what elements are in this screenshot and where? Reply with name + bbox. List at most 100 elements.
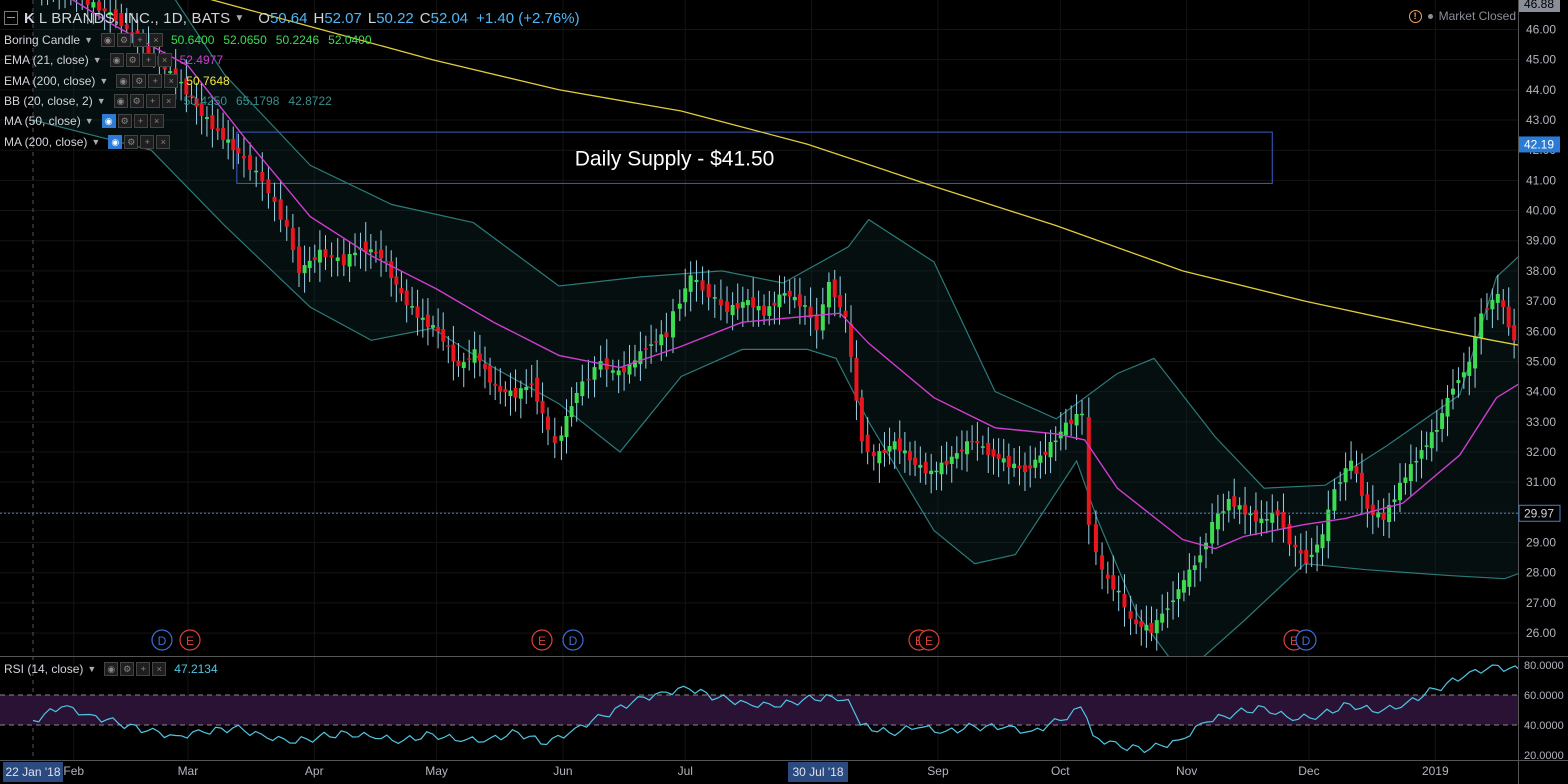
- chevron-down-icon[interactable]: ▼: [85, 116, 94, 126]
- candle-body: [918, 464, 923, 468]
- eye-icon[interactable]: ◉: [104, 662, 119, 676]
- price-tick-label: 27.00: [1526, 596, 1556, 610]
- close-icon[interactable]: ×: [156, 134, 171, 149]
- candle-body: [467, 358, 472, 360]
- study-row[interactable]: EMA (21, close) ▼ ◉ ⚙ + × 52.4977: [4, 50, 381, 70]
- candle-body: [373, 251, 378, 254]
- menu-icon[interactable]: [4, 11, 18, 25]
- candle-body: [1028, 465, 1033, 469]
- chevron-down-icon[interactable]: ▼: [99, 76, 108, 86]
- candle-body: [404, 290, 409, 305]
- supply-zone-label: Daily Supply - $41.50: [575, 148, 775, 171]
- candle-body: [735, 302, 740, 309]
- gear-icon[interactable]: ⚙: [116, 33, 131, 48]
- candle-body: [923, 461, 928, 474]
- study-name[interactable]: MA (50, close): [4, 114, 81, 128]
- close-icon[interactable]: ×: [164, 73, 179, 88]
- marked-price-tag: 42.19: [1524, 137, 1554, 151]
- add-icon[interactable]: +: [140, 134, 155, 149]
- eye-icon[interactable]: ◉: [113, 94, 128, 109]
- candle-body: [1093, 524, 1098, 553]
- study-value: 52.4977: [179, 53, 224, 68]
- chevron-down-icon[interactable]: ▼: [97, 96, 106, 106]
- add-icon[interactable]: +: [145, 94, 160, 109]
- candle-body: [307, 260, 312, 269]
- study-values: 50.6400 52.0650 50.2246 52.0400: [171, 33, 381, 47]
- add-icon[interactable]: +: [148, 73, 163, 88]
- eye-icon[interactable]: ◉: [109, 53, 124, 68]
- chevron-down-icon[interactable]: ▼: [93, 55, 102, 65]
- candle-body: [91, 2, 96, 8]
- study-row[interactable]: Boring Candle ▼ ◉ ⚙ + × 50.6400 52.0650 50.2246 5…: [4, 30, 381, 50]
- rsi-study-name[interactable]: RSI (14, close): [4, 662, 83, 676]
- candle-body: [877, 451, 882, 464]
- study-name[interactable]: EMA (21, close): [4, 53, 89, 67]
- candle-body: [1171, 600, 1176, 602]
- candle-body: [712, 297, 717, 299]
- study-row[interactable]: MA (200, close) ▼ ◉ ⚙ + ×: [4, 131, 381, 151]
- candle-body: [518, 388, 523, 399]
- chevron-down-icon[interactable]: ▼: [234, 13, 244, 24]
- study-name[interactable]: BB (20, close, 2): [4, 94, 93, 108]
- candle-body: [730, 304, 735, 316]
- study-name[interactable]: MA (200, close): [4, 135, 87, 149]
- add-icon[interactable]: +: [133, 114, 148, 129]
- close-icon[interactable]: ×: [149, 114, 164, 129]
- study-row[interactable]: EMA (200, close) ▼ ◉ ⚙ + × 50.7648: [4, 71, 381, 91]
- symbol-header[interactable]: K L BRANDS, INC., 1D, BATS ▼ O 50.64 H 52.…: [4, 8, 580, 28]
- study-value: 42.8722: [288, 94, 332, 109]
- eye-icon[interactable]: ◉: [108, 134, 123, 149]
- dividend-marker-label: D: [158, 634, 167, 648]
- gear-icon[interactable]: ⚙: [117, 114, 132, 129]
- candle-body: [488, 365, 493, 383]
- chevron-down-icon[interactable]: ▼: [87, 664, 96, 674]
- study-row[interactable]: MA (50, close) ▼ ◉ ⚙ + ×: [4, 111, 381, 131]
- close-icon[interactable]: ×: [152, 662, 167, 676]
- study-name[interactable]: Boring Candle: [4, 33, 80, 47]
- add-icon[interactable]: +: [141, 53, 156, 68]
- time-tick-label: Mar: [178, 764, 199, 778]
- candle-body: [1259, 518, 1264, 524]
- candle-body: [284, 219, 289, 227]
- study-name[interactable]: EMA (200, close): [4, 74, 95, 88]
- gear-icon[interactable]: ⚙: [132, 73, 147, 88]
- candle-body: [787, 290, 792, 297]
- candle-body: [772, 302, 777, 306]
- add-icon[interactable]: +: [132, 33, 147, 48]
- candle-body: [1139, 620, 1144, 627]
- candle-body: [1461, 372, 1466, 378]
- candle-body: [677, 303, 682, 309]
- close-icon[interactable]: ×: [157, 53, 172, 68]
- chevron-down-icon[interactable]: ▼: [84, 35, 93, 45]
- symbol-title[interactable]: L BRANDS, INC., 1D, BATS: [39, 10, 231, 27]
- candle-body: [1232, 496, 1237, 507]
- eye-icon[interactable]: ◉: [101, 114, 116, 129]
- candle-body: [1012, 463, 1017, 469]
- add-icon[interactable]: +: [136, 662, 151, 676]
- close-icon[interactable]: ×: [161, 94, 176, 109]
- candle-body: [1253, 510, 1258, 522]
- candle-body: [1359, 472, 1364, 496]
- gear-icon[interactable]: ⚙: [124, 134, 139, 149]
- candle-body: [1512, 325, 1517, 341]
- dividend-marker-label: D: [1302, 634, 1311, 648]
- candle-body: [1298, 550, 1303, 554]
- candle-body: [1440, 413, 1445, 429]
- eye-icon[interactable]: ◉: [100, 33, 115, 48]
- gear-icon[interactable]: ⚙: [129, 94, 144, 109]
- candle-body: [1343, 468, 1348, 483]
- candle-body: [290, 228, 295, 251]
- alert-icon[interactable]: !: [1408, 9, 1422, 23]
- chevron-down-icon[interactable]: ▼: [91, 137, 100, 147]
- eye-icon[interactable]: ◉: [116, 73, 131, 88]
- candle-body: [1456, 380, 1461, 383]
- price-tick-label: 26.00: [1526, 626, 1556, 640]
- study-row[interactable]: BB (20, close, 2) ▼ ◉ ⚙ + × 50.4250 65.1798 42.8…: [4, 91, 381, 111]
- rsi-legend[interactable]: RSI (14, close) ▼ ◉ ⚙ + × 47.2134: [4, 662, 218, 676]
- close-icon[interactable]: ×: [148, 33, 163, 48]
- rsi-tick-label: 20.0000: [1524, 750, 1564, 762]
- gear-icon[interactable]: ⚙: [120, 662, 135, 676]
- gear-icon[interactable]: ⚙: [125, 53, 140, 68]
- study-buttons: ◉ ⚙ + ×: [113, 94, 176, 109]
- candle-body: [574, 392, 579, 403]
